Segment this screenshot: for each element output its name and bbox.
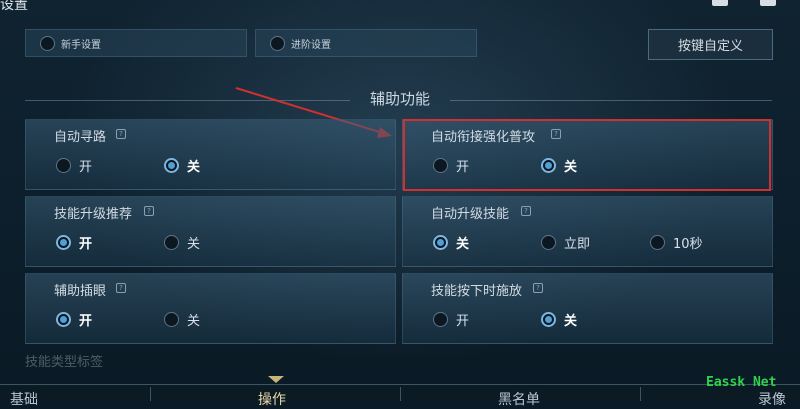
divider — [150, 387, 151, 401]
panel-title: 自动升级技能 — [431, 207, 510, 222]
info-icon[interactable]: ? — [521, 206, 531, 216]
tab-blacklist[interactable]: 黑名单 — [498, 389, 540, 409]
tab-controls[interactable]: 操作 — [258, 389, 286, 409]
option-label: 关 — [187, 160, 201, 175]
radio-selected-icon — [541, 312, 556, 327]
info-icon[interactable]: ? — [144, 206, 154, 216]
option-10-seconds[interactable]: 10秒 — [650, 233, 703, 252]
info-icon[interactable]: ? — [116, 283, 126, 293]
divider — [400, 387, 401, 401]
highlight-box — [403, 119, 771, 191]
active-tab-caret-icon — [268, 376, 284, 383]
option-label: 关 — [456, 237, 470, 252]
option-label: 关 — [187, 314, 201, 329]
bottom-tab-bar: 基础 操作 黑名单 录像 — [0, 384, 800, 408]
radio-selected-icon — [433, 235, 448, 250]
option-on[interactable]: 开 — [56, 156, 92, 175]
option-off[interactable]: 关 — [433, 233, 469, 252]
radio-selected-icon — [56, 235, 71, 250]
panel-title: 自动寻路 — [54, 130, 107, 145]
radio-icon — [433, 312, 448, 327]
option-off[interactable]: 关 — [164, 310, 200, 329]
panel-title: 辅助插眼 — [54, 284, 107, 299]
watermark: Eassk Net — [706, 375, 777, 390]
tab-basic[interactable]: 基础 — [10, 389, 38, 409]
panel-assist-ward: 辅助插眼 ? 开 关 — [25, 273, 396, 344]
option-on[interactable]: 开 — [56, 310, 92, 329]
radio-icon — [650, 235, 665, 250]
option-label: 开 — [79, 237, 93, 252]
option-on[interactable]: 开 — [56, 233, 92, 252]
panel-auto-skill-upgrade: 自动升级技能 ? 关 立即 10秒 — [402, 196, 773, 267]
option-label: 立即 — [564, 237, 591, 252]
radio-icon — [56, 158, 71, 173]
radio-selected-icon — [164, 158, 179, 173]
option-label: 开 — [79, 160, 93, 175]
option-label: 10秒 — [673, 237, 703, 252]
panel-title: 技能按下时施放 — [431, 284, 523, 299]
panel-skill-upgrade-recommend: 技能升级推荐 ? 开 关 — [25, 196, 396, 267]
option-label: 开 — [456, 314, 470, 329]
info-icon[interactable]: ? — [533, 283, 543, 293]
option-off[interactable]: 关 — [164, 156, 200, 175]
option-label: 关 — [187, 237, 201, 252]
option-immediate[interactable]: 立即 — [541, 233, 590, 252]
faded-setting-label: 技能类型标签 — [25, 355, 104, 370]
radio-icon — [164, 312, 179, 327]
panel-title: 技能升级推荐 — [54, 207, 133, 222]
radio-selected-icon — [56, 312, 71, 327]
tab-replay[interactable]: 录像 — [758, 389, 786, 409]
panel-auto-pathing: 自动寻路 ? 开 关 — [25, 119, 396, 190]
option-label: 关 — [564, 314, 578, 329]
option-off[interactable]: 关 — [164, 233, 200, 252]
radio-icon — [541, 235, 556, 250]
option-label: 开 — [79, 314, 93, 329]
option-on[interactable]: 开 — [433, 310, 469, 329]
panel-cast-on-press: 技能按下时施放 ? 开 关 — [402, 273, 773, 344]
radio-icon — [164, 235, 179, 250]
info-icon[interactable]: ? — [116, 129, 126, 139]
option-off[interactable]: 关 — [541, 310, 577, 329]
divider — [640, 387, 641, 401]
